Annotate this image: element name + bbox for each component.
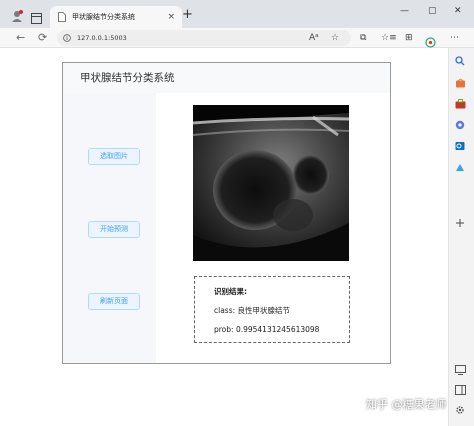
refresh-page-button[interactable]: 刷新页面 bbox=[88, 293, 140, 310]
search-icon[interactable] bbox=[452, 56, 468, 70]
collections-icon[interactable]: ⊞ bbox=[405, 31, 413, 45]
watermark: 知乎 @糖果老师 bbox=[366, 398, 447, 411]
address-bar[interactable]: 127.0.0.1:5003 bbox=[57, 30, 351, 46]
minimize-icon[interactable]: — bbox=[400, 6, 409, 16]
tab-title: 甲状腺结节分类系统 bbox=[72, 13, 135, 21]
select-image-button[interactable]: 选取图片 bbox=[88, 148, 140, 165]
result-prob: prob: 0.9954131245613098 bbox=[214, 325, 320, 334]
drop-icon[interactable] bbox=[452, 163, 468, 177]
back-icon[interactable]: ← bbox=[16, 29, 25, 47]
more-menu-icon[interactable]: ⋯ bbox=[450, 31, 459, 45]
close-window-icon[interactable]: ✕ bbox=[454, 6, 462, 16]
split-screen-icon[interactable]: ⧉ bbox=[360, 31, 366, 45]
tab-close-icon[interactable]: × bbox=[167, 12, 175, 22]
info-icon bbox=[63, 34, 71, 42]
profile-avatar-icon[interactable] bbox=[10, 8, 24, 27]
read-aloud-icon[interactable]: Aᵃ bbox=[309, 31, 319, 45]
screenshot-icon[interactable] bbox=[452, 365, 468, 379]
reload-icon[interactable]: ⟳ bbox=[38, 29, 47, 47]
address-text: 127.0.0.1:5003 bbox=[77, 34, 127, 42]
games-icon[interactable] bbox=[452, 120, 468, 134]
page-title: 甲状腺结节分类系统 bbox=[80, 72, 175, 84]
add-sidebar-icon[interactable] bbox=[452, 218, 468, 232]
tab-active[interactable]: 甲状腺结节分类系统 × bbox=[50, 6, 182, 28]
shopping-icon[interactable] bbox=[452, 78, 468, 92]
favorites-icon[interactable]: ☆≡ bbox=[381, 31, 397, 45]
maximize-icon[interactable]: ▢ bbox=[428, 6, 437, 16]
outlook-icon[interactable] bbox=[452, 141, 468, 155]
ultrasound-image bbox=[193, 105, 349, 261]
tools-icon[interactable] bbox=[452, 99, 468, 113]
result-heading: 识别结果: bbox=[214, 287, 247, 296]
new-tab-button[interactable]: + bbox=[182, 8, 193, 21]
favorite-star-icon[interactable]: ☆ bbox=[331, 31, 339, 45]
start-predict-button[interactable]: 开始预测 bbox=[88, 221, 140, 238]
result-class: class: 良性甲状腺结节 bbox=[214, 306, 291, 315]
page-icon bbox=[58, 12, 66, 22]
tab-actions-icon[interactable] bbox=[31, 9, 42, 28]
sidebar-panel-icon[interactable] bbox=[452, 385, 468, 399]
extension-icon[interactable] bbox=[425, 33, 436, 52]
settings-gear-icon[interactable] bbox=[452, 405, 468, 419]
